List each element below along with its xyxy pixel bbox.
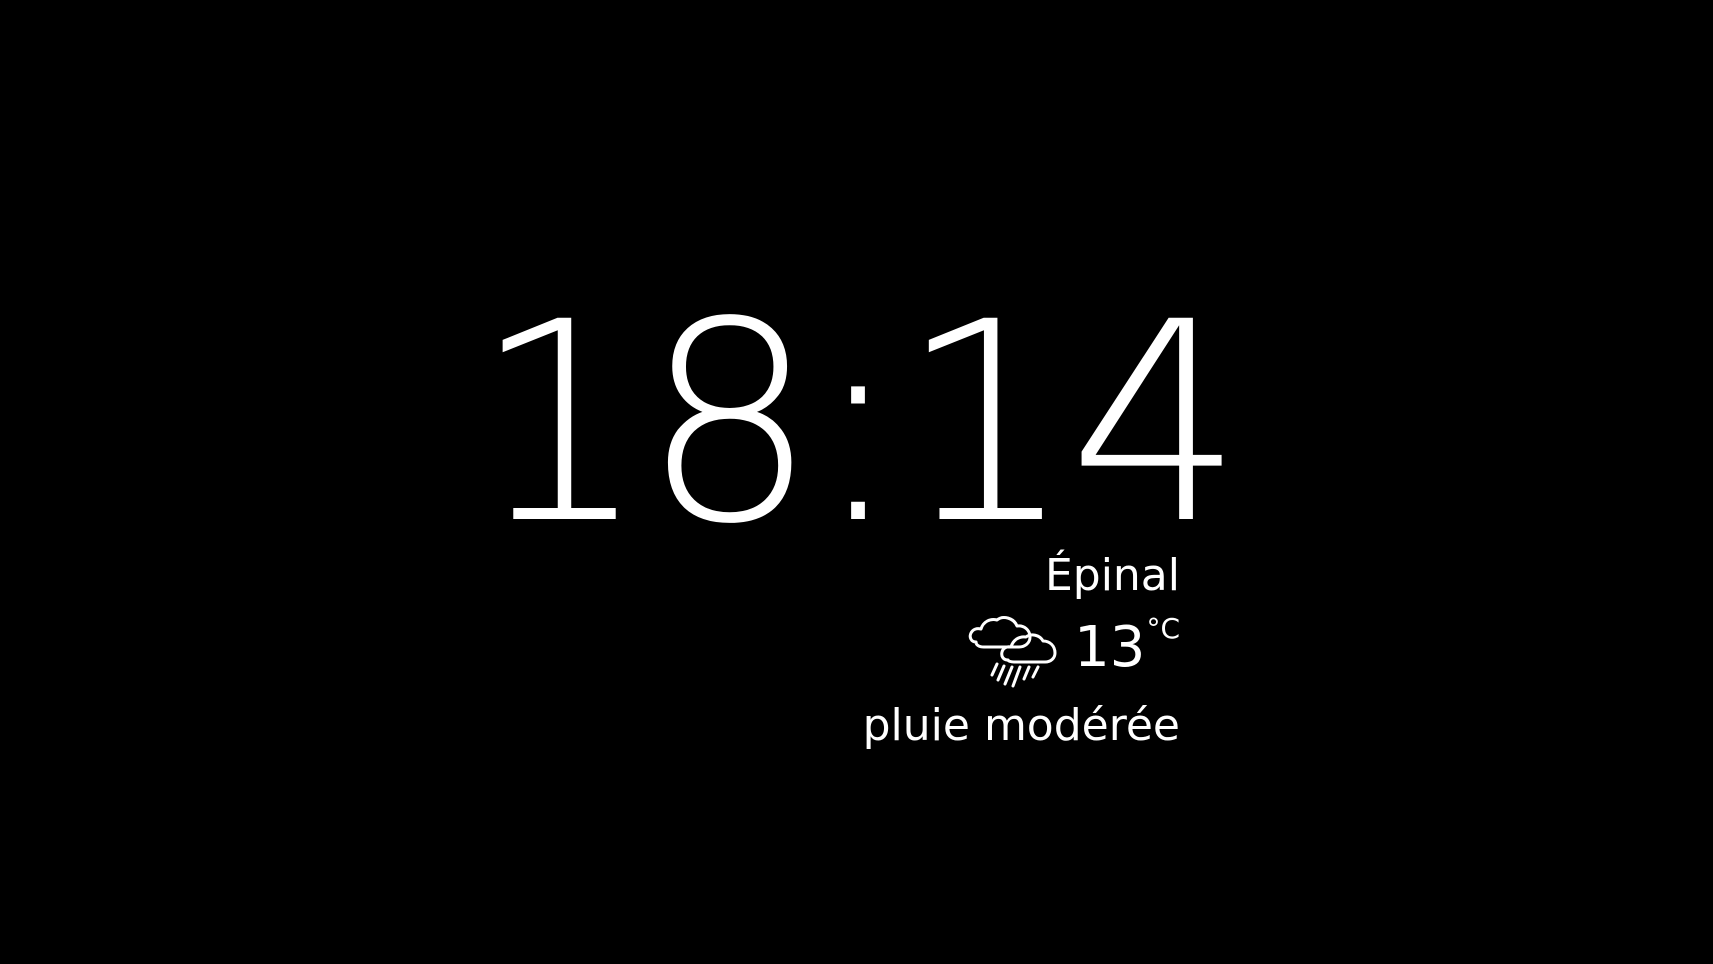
temperature: 13 °C [1074,614,1180,696]
clock-time: 18:14 [472,264,1243,585]
weather-condition: pluie modérée [862,700,1180,751]
weather-summary: 13 °C [680,614,1180,696]
weather-widget: Épinal 13 °C pluie modérée [680,548,1180,754]
temperature-value: 13 [1074,615,1146,680]
temperature-unit: °C [1146,612,1180,645]
ambient-screen: 18:14 Épinal 13 °C pluie modérée [0,0,1713,964]
clock: 18:14 [472,287,1243,563]
weather-city: Épinal [1044,550,1180,601]
cloud-rain-icon [968,616,1057,688]
